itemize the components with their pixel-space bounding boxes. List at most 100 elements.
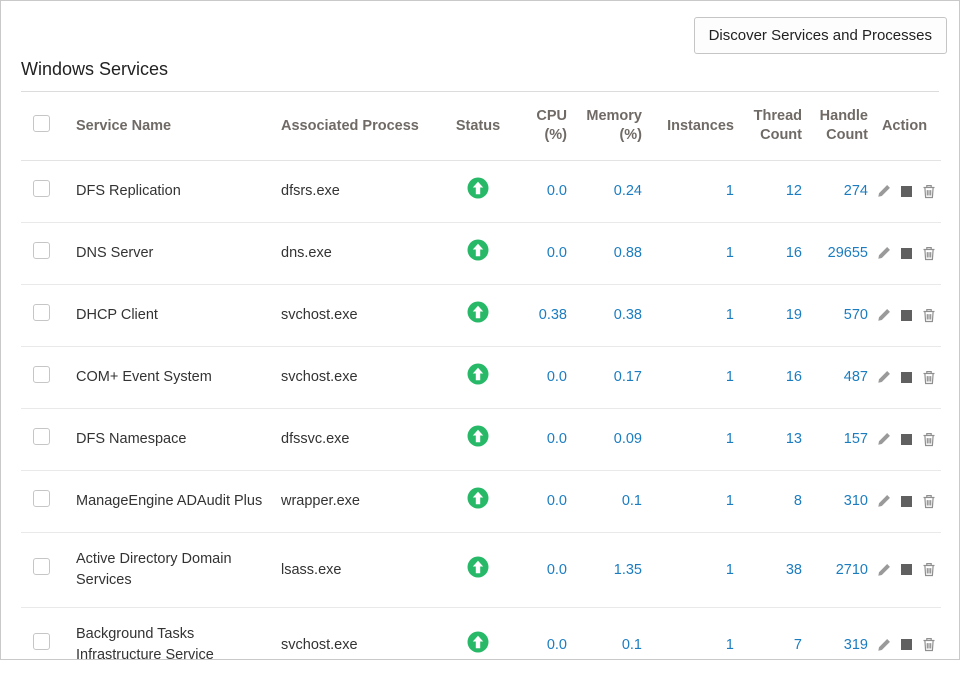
col-header-associated-process: Associated Process	[281, 92, 451, 161]
stop-square-icon[interactable]	[901, 186, 912, 197]
thread-count-value[interactable]: 12	[786, 183, 802, 199]
row-checkbox[interactable]	[33, 490, 50, 507]
row-checkbox[interactable]	[33, 428, 50, 445]
stop-square-icon[interactable]	[901, 248, 912, 259]
thread-count-value[interactable]: 16	[786, 245, 802, 261]
handle-count-value[interactable]: 157	[844, 431, 868, 447]
instances-value[interactable]: 1	[726, 369, 734, 385]
instances-value[interactable]: 1	[726, 431, 734, 447]
instances-value[interactable]: 1	[726, 493, 734, 509]
thread-count-value[interactable]: 38	[786, 562, 802, 578]
associated-process: dns.exe	[281, 223, 451, 285]
stop-square-icon[interactable]	[901, 496, 912, 507]
col-header-handle-count: Handle Count	[808, 92, 874, 161]
service-name: COM+ Event System	[76, 347, 281, 409]
cpu-value[interactable]: 0.0	[547, 562, 567, 578]
col-header-status: Status	[451, 92, 511, 161]
trash-icon[interactable]	[922, 637, 936, 652]
cpu-value[interactable]: 0.38	[539, 307, 567, 323]
handle-count-value[interactable]: 487	[844, 369, 868, 385]
trash-icon[interactable]	[922, 562, 936, 577]
instances-value[interactable]: 1	[726, 245, 734, 261]
memory-value[interactable]: 0.1	[622, 493, 642, 509]
service-name: Background Tasks Infrastructure Service	[76, 608, 281, 682]
edit-pencil-icon[interactable]	[877, 308, 891, 322]
col-header-cpu: CPU (%)	[511, 92, 573, 161]
trash-icon[interactable]	[922, 308, 936, 323]
cpu-value[interactable]: 0.0	[547, 493, 567, 509]
services-table: Service Name Associated Process Status C…	[21, 92, 941, 682]
trash-icon[interactable]	[922, 432, 936, 447]
handle-count-value[interactable]: 29655	[828, 245, 868, 261]
associated-process: svchost.exe	[281, 285, 451, 347]
row-checkbox[interactable]	[33, 366, 50, 383]
edit-pencil-icon[interactable]	[877, 432, 891, 446]
table-row: Background Tasks Infrastructure Service …	[21, 608, 941, 682]
trash-icon[interactable]	[922, 370, 936, 385]
thread-count-value[interactable]: 13	[786, 431, 802, 447]
handle-count-value[interactable]: 570	[844, 307, 868, 323]
status-up-icon	[467, 363, 489, 385]
table-header-row: Service Name Associated Process Status C…	[21, 92, 941, 161]
memory-value[interactable]: 0.38	[614, 307, 642, 323]
col-header-thread-count: Thread Count	[740, 92, 808, 161]
cpu-value[interactable]: 0.0	[547, 245, 567, 261]
handle-count-value[interactable]: 310	[844, 493, 868, 509]
stop-square-icon[interactable]	[901, 564, 912, 575]
col-header-service-name: Service Name	[76, 92, 281, 161]
row-checkbox[interactable]	[33, 633, 50, 650]
trash-icon[interactable]	[922, 184, 936, 199]
thread-count-value[interactable]: 8	[794, 493, 802, 509]
cpu-value[interactable]: 0.0	[547, 369, 567, 385]
memory-value[interactable]: 0.1	[622, 637, 642, 653]
trash-icon[interactable]	[922, 494, 936, 509]
table-row: Active Directory Domain Services lsass.e…	[21, 533, 941, 608]
select-all-checkbox[interactable]	[33, 115, 50, 132]
discover-services-button[interactable]: Discover Services and Processes	[694, 17, 947, 54]
row-checkbox[interactable]	[33, 558, 50, 575]
edit-pencil-icon[interactable]	[877, 184, 891, 198]
row-checkbox[interactable]	[33, 180, 50, 197]
edit-pencil-icon[interactable]	[877, 494, 891, 508]
instances-value[interactable]: 1	[726, 637, 734, 653]
edit-pencil-icon[interactable]	[877, 370, 891, 384]
handle-count-value[interactable]: 319	[844, 637, 868, 653]
instances-value[interactable]: 1	[726, 183, 734, 199]
edit-pencil-icon[interactable]	[877, 246, 891, 260]
memory-value[interactable]: 0.24	[614, 183, 642, 199]
memory-value[interactable]: 0.88	[614, 245, 642, 261]
table-row: COM+ Event System svchost.exe 0.0 0.17 1…	[21, 347, 941, 409]
stop-square-icon[interactable]	[901, 372, 912, 383]
row-checkbox[interactable]	[33, 304, 50, 321]
cpu-value[interactable]: 0.0	[547, 637, 567, 653]
service-name: DHCP Client	[76, 285, 281, 347]
thread-count-value[interactable]: 7	[794, 637, 802, 653]
status-up-icon	[467, 425, 489, 447]
stop-square-icon[interactable]	[901, 434, 912, 445]
handle-count-value[interactable]: 274	[844, 183, 868, 199]
table-row: DNS Server dns.exe 0.0 0.88 1 16 29655	[21, 223, 941, 285]
trash-icon[interactable]	[922, 246, 936, 261]
handle-count-value[interactable]: 2710	[836, 562, 868, 578]
thread-count-value[interactable]: 16	[786, 369, 802, 385]
memory-value[interactable]: 0.09	[614, 431, 642, 447]
cpu-value[interactable]: 0.0	[547, 431, 567, 447]
associated-process: svchost.exe	[281, 347, 451, 409]
top-bar: Discover Services and Processes	[1, 1, 959, 59]
stop-square-icon[interactable]	[901, 310, 912, 321]
table-row: DFS Namespace dfssvc.exe 0.0 0.09 1 13 1…	[21, 409, 941, 471]
col-header-action: Action	[874, 92, 941, 161]
instances-value[interactable]: 1	[726, 562, 734, 578]
cpu-value[interactable]: 0.0	[547, 183, 567, 199]
row-checkbox[interactable]	[33, 242, 50, 259]
col-header-memory: Memory (%)	[573, 92, 648, 161]
memory-value[interactable]: 0.17	[614, 369, 642, 385]
instances-value[interactable]: 1	[726, 307, 734, 323]
memory-value[interactable]: 1.35	[614, 562, 642, 578]
page-title: Windows Services	[21, 59, 939, 80]
edit-pencil-icon[interactable]	[877, 563, 891, 577]
edit-pencil-icon[interactable]	[877, 638, 891, 652]
thread-count-value[interactable]: 19	[786, 307, 802, 323]
stop-square-icon[interactable]	[901, 639, 912, 650]
table-row: DFS Replication dfsrs.exe 0.0 0.24 1 12 …	[21, 161, 941, 223]
